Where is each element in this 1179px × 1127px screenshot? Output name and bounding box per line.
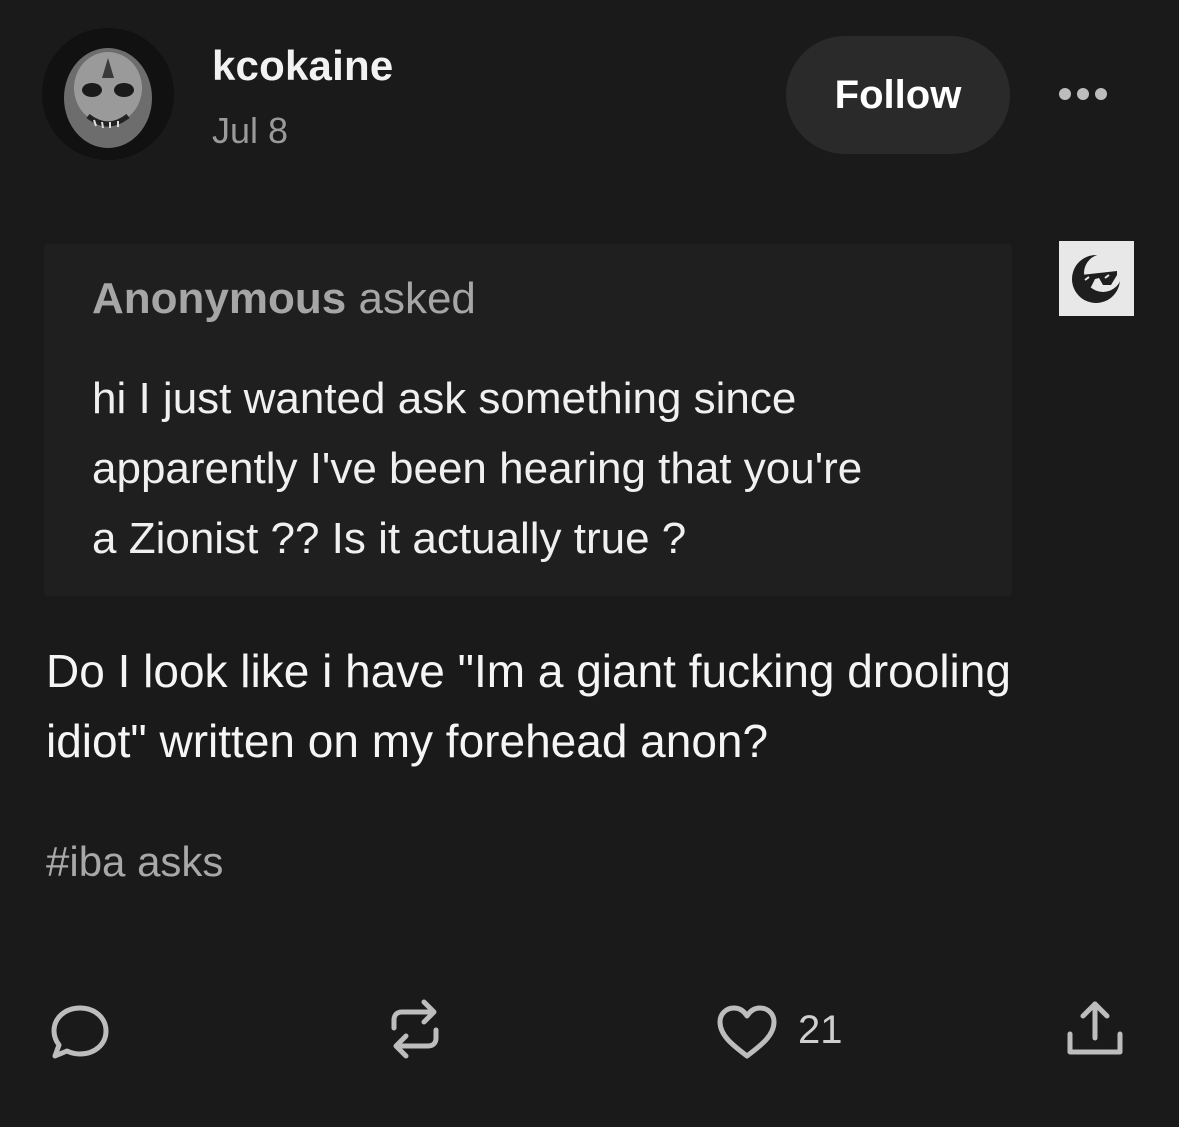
post-tag[interactable]: #iba asks — [46, 838, 223, 886]
ellipsis-dot — [1059, 88, 1071, 100]
answer-line: idiot" written on my forehead anon? — [46, 715, 769, 767]
ask-line: apparently I've been hearing that you're — [92, 444, 863, 493]
ask-header: Anonymous asked — [92, 274, 476, 324]
ask-line: a Zionist ?? Is it actually true ? — [92, 514, 687, 563]
asked-label: asked — [358, 274, 476, 323]
answer-text: Do I look like i have "Im a giant fuckin… — [46, 636, 1136, 776]
ask-question: hi I just wanted ask something since app… — [92, 364, 972, 574]
ellipsis-dot — [1095, 88, 1107, 100]
reblog-icon[interactable] — [384, 996, 446, 1067]
ask-box: Anonymous asked hi I just wanted ask som… — [44, 244, 1012, 596]
ellipsis-dot — [1077, 88, 1089, 100]
anonymous-avatar — [1059, 241, 1134, 316]
asker-name: Anonymous — [92, 274, 347, 323]
share-icon[interactable] — [1064, 996, 1126, 1065]
more-options-button[interactable] — [1050, 70, 1116, 118]
heart-icon[interactable] — [714, 1002, 780, 1067]
like-count[interactable]: 21 — [798, 1008, 843, 1053]
reply-bubble-icon[interactable] — [48, 1002, 112, 1067]
post-card: kcokaine Jul 8 Follow Anonymous asked hi… — [0, 0, 1179, 1127]
follow-button[interactable]: Follow — [786, 36, 1010, 154]
sunglasses-face-icon — [1059, 241, 1134, 316]
answer-line: Do I look like i have "Im a giant fuckin… — [46, 645, 1011, 697]
username[interactable]: kcokaine — [212, 42, 393, 90]
post-date[interactable]: Jul 8 — [212, 110, 288, 152]
user-avatar[interactable] — [42, 28, 174, 160]
avatar-image — [42, 28, 174, 160]
ask-line: hi I just wanted ask something since — [92, 374, 797, 423]
